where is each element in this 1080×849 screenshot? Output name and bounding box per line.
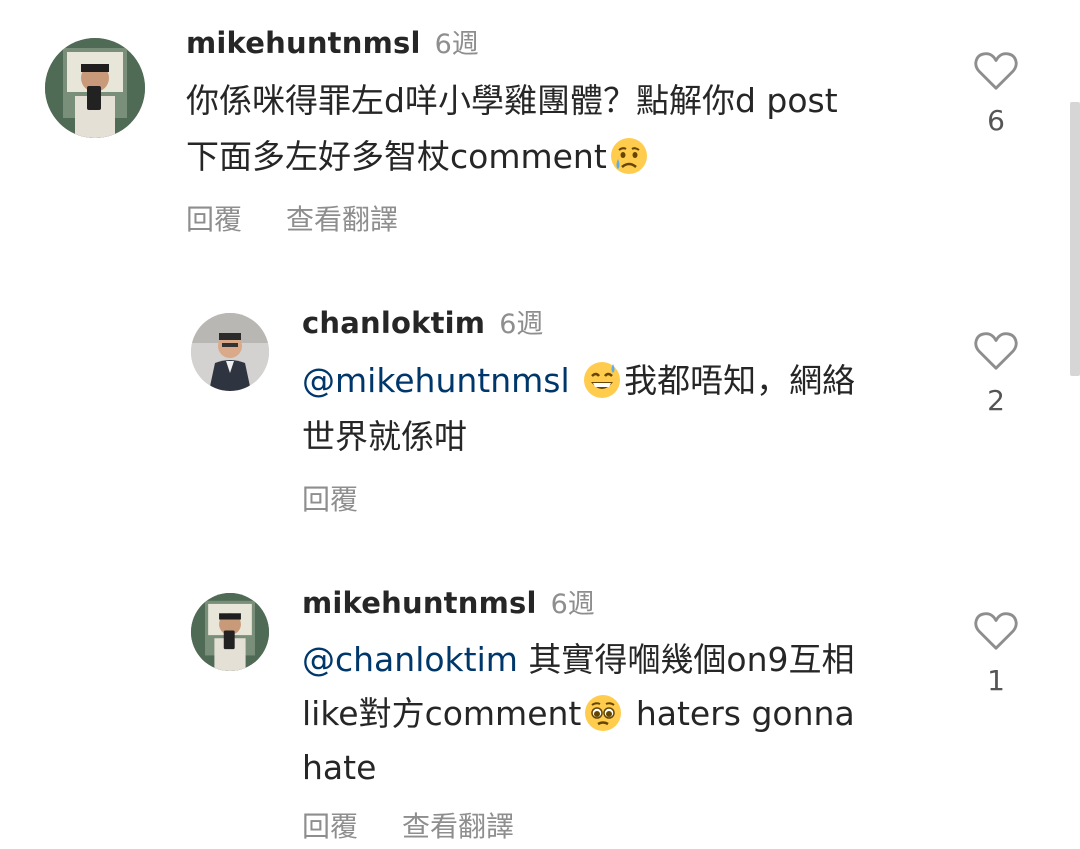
reply-button[interactable]: 回覆 [186, 203, 242, 236]
avatar[interactable] [45, 38, 145, 138]
comment-text: 你係咪得罪左d咩小學雞團體？點解你d post 下面多左好多智杖comment [186, 73, 838, 185]
like-control: 1 [966, 610, 1026, 697]
see-translation-button[interactable]: 查看翻譯 [402, 810, 514, 843]
timestamp: 6週 [550, 589, 595, 620]
comment-line: @chanloktim 其實得嗰幾個on9互相 [302, 633, 855, 687]
heart-outline-icon[interactable] [973, 330, 1019, 372]
comment-header: chanloktim 6週 [302, 302, 543, 341]
avatar[interactable] [191, 313, 269, 391]
grinning-sweat-face-icon [582, 360, 622, 400]
heart-outline-icon[interactable] [973, 610, 1019, 652]
username[interactable]: mikehuntnmsl [302, 586, 537, 620]
avatar-photo-icon [191, 593, 269, 671]
reply-button[interactable]: 回覆 [302, 483, 358, 516]
comment-actions: 回覆 [302, 478, 402, 518]
mention-link[interactable]: @chanloktim [302, 640, 518, 679]
avatar[interactable] [191, 593, 269, 671]
username[interactable]: mikehuntnmsl [186, 26, 421, 60]
text-segment: 你係咪得罪左d咩小學雞團體？點解你d post [186, 81, 838, 120]
comment-line: @mikehuntnmsl 我都唔知，網絡 [302, 353, 855, 409]
like-control: 6 [966, 50, 1026, 137]
comment-header: mikehuntnmsl 6週 [186, 22, 479, 61]
comment-item: mikehuntnmsl 6週 你係咪得罪左d咩小學雞團體？點解你d post 下… [0, 0, 1080, 250]
comment-text: @mikehuntnmsl 我都唔知，網絡 世界就係咁 [302, 353, 855, 465]
like-count: 2 [987, 384, 1005, 417]
reply-item: mikehuntnmsl 6週 @chanloktim 其實得嗰幾個on9互相 l… [0, 560, 1080, 849]
comment-text: @chanloktim 其實得嗰幾個on9互相 like對方comment ha… [302, 633, 855, 795]
text-segment: like對方comment [302, 694, 582, 733]
comment-actions: 回覆 查看翻譯 [302, 805, 558, 845]
comment-line: 下面多左好多智杖comment [186, 129, 838, 185]
comment-line: hate [302, 741, 855, 795]
comment-header: mikehuntnmsl 6週 [302, 582, 595, 621]
timestamp: 6週 [434, 29, 479, 60]
crying-face-icon [609, 136, 649, 176]
text-segment: 下面多左好多智杖comment [186, 137, 607, 176]
comment-line: like對方comment haters gonna [302, 687, 855, 741]
text-segment: 其實得嗰幾個on9互相 [517, 640, 855, 679]
text-segment: 世界就係咁 [302, 417, 467, 456]
text-segment: hate [302, 748, 377, 787]
reply-button[interactable]: 回覆 [302, 810, 358, 843]
like-count: 6 [987, 104, 1005, 137]
comment-line: 世界就係咁 [302, 409, 855, 465]
see-translation-button[interactable]: 查看翻譯 [286, 203, 398, 236]
reply-item: chanloktim 6週 @mikehuntnmsl 我都唔知，網絡 世界就係咁… [0, 280, 1080, 540]
pleading-face-icon [583, 693, 623, 733]
text-segment: haters gonna [625, 694, 855, 733]
comment-line: 你係咪得罪左d咩小學雞團體？點解你d post [186, 73, 838, 129]
like-control: 2 [966, 330, 1026, 417]
avatar-photo-icon [45, 38, 145, 138]
heart-outline-icon[interactable] [973, 50, 1019, 92]
timestamp: 6週 [499, 309, 544, 340]
username[interactable]: chanloktim [302, 306, 485, 340]
scrollbar[interactable] [1070, 102, 1080, 376]
avatar-photo-icon [191, 313, 269, 391]
text-segment: 我都唔知，網絡 [624, 361, 856, 400]
text-segment [570, 361, 581, 400]
comment-actions: 回覆 查看翻譯 [186, 198, 442, 238]
like-count: 1 [987, 664, 1005, 697]
mention-link[interactable]: @mikehuntnmsl [302, 361, 570, 400]
